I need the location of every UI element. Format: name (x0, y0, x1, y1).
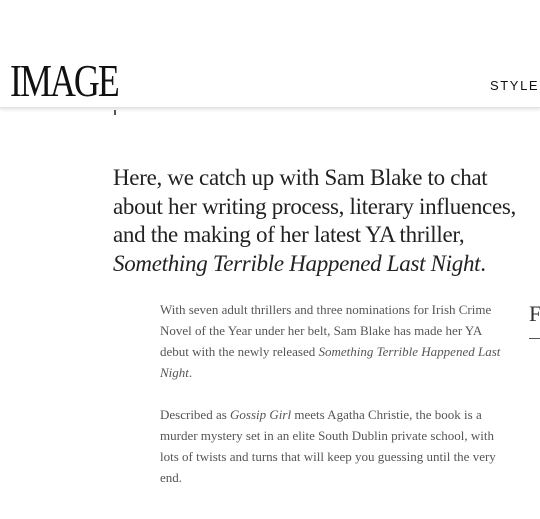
intro-line-1: Here, we catch up with Sam Blake to chat (113, 165, 488, 190)
site-header: IMAGE STYLE (0, 0, 540, 108)
intro-title-period: . (480, 250, 486, 276)
article-body: With seven adult thrillers and three nom… (160, 299, 505, 488)
paragraph-2-line-1-post: meets Agatha Christie, the book is a (291, 407, 482, 422)
paragraph-2-line-4: end. (160, 470, 183, 485)
article-intro: Here, we catch up with Sam Blake to chat… (113, 164, 540, 278)
paragraph-1-period: . (188, 365, 193, 380)
image-logo[interactable]: IMAGE (10, 56, 120, 106)
nav-item-style[interactable]: STYLE (490, 78, 539, 93)
paragraph-2-line-1-pre: Described as (160, 407, 231, 422)
paragraph-1-line-2: Novel of the Year under her belt, Sam Bl… (160, 323, 483, 338)
paragraph-1-line-4: Night. (160, 362, 505, 383)
paragraph-1-line-1: With seven adult thrillers and three nom… (160, 302, 492, 317)
breadcrumb-mark (114, 110, 116, 115)
paragraph-2-line-1: Described as Gossip Girl meets Agatha Ch… (160, 404, 505, 425)
paragraph-2-line-2: murder mystery set in an elite South Dub… (160, 428, 494, 443)
intro-line-4: Something Terrible Happened Last Night. (113, 250, 540, 279)
gossip-girl-title: Gossip Girl (230, 407, 292, 422)
paragraph-1-line-3-text: debut with the newly released (160, 344, 319, 359)
intro-line-3: and the making of her latest YA thriller… (113, 222, 465, 247)
sidebar-heading-letter: F (529, 301, 540, 326)
paragraph-1-book-title-end: Night (160, 365, 189, 380)
paragraph-2-line-3: lots of twists and turns that will keep … (160, 449, 496, 464)
intro-line-2: about her writing process, literary infl… (113, 193, 516, 219)
paragraph-1-book-title: Something Terrible Happened Last (318, 344, 501, 359)
sidebar-divider (529, 338, 540, 339)
paragraph-1-line-3: debut with the newly released Something … (160, 341, 505, 362)
book-title-italic: Something Terrible Happened Last Night (113, 250, 481, 276)
